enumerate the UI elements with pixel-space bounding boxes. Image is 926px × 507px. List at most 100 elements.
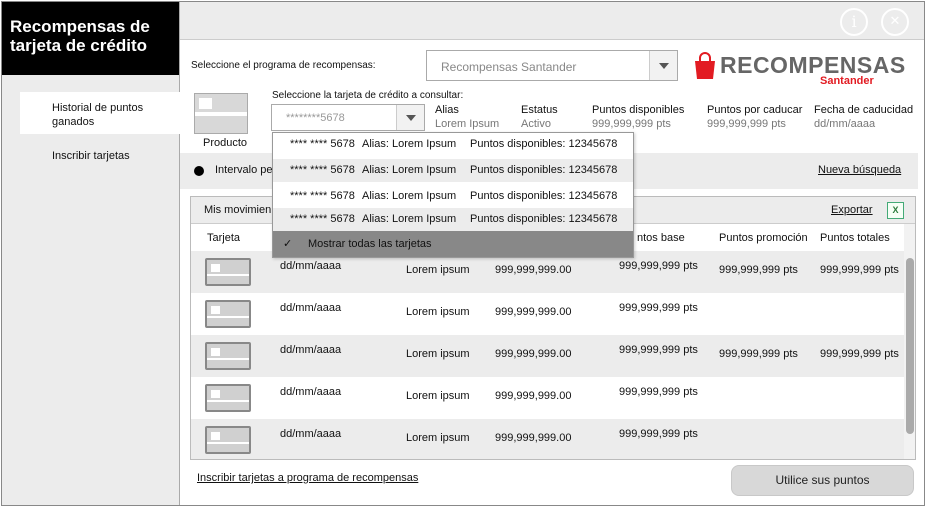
- row-total-points: 999,999,999 pts: [820, 264, 899, 276]
- row-description: Lorem ipsum: [406, 432, 470, 444]
- option-card-number: **** **** 5678: [290, 190, 355, 202]
- radio-selected-icon[interactable]: [194, 166, 204, 176]
- row-amount: 999,999,999.00: [495, 264, 572, 276]
- collapse-icon[interactable]: ✕: [881, 8, 909, 36]
- option-alias: Alias: Lorem Ipsum: [362, 190, 457, 202]
- row-base-points: 999,999,999 pts: [619, 386, 698, 398]
- status-value: Activo: [521, 118, 551, 130]
- card-select-label: Seleccione la tarjeta de crédito a consu…: [272, 90, 464, 101]
- logo-subtext: Santander: [820, 75, 874, 87]
- card-dropdown-menu: **** **** 5678 Alias: Lorem Ipsum Puntos…: [272, 132, 634, 258]
- excel-icon[interactable]: X: [887, 202, 904, 219]
- row-date: dd/mm/aaaa: [280, 428, 342, 440]
- option-card-number: **** **** 5678: [290, 164, 355, 176]
- table-row[interactable]: dd/mm/aaaa Lorem ipsum 999,999,999.00 99…: [191, 419, 907, 459]
- dropdown-card-option[interactable]: **** **** 5678 Alias: Lorem Ipsum Puntos…: [273, 159, 633, 182]
- top-bar: i ✕: [180, 2, 924, 40]
- program-label: Seleccione el programa de recompensas:: [191, 60, 376, 71]
- expiry-date-label: Fecha de caducidad: [814, 104, 914, 116]
- option-alias: Alias: Lorem Ipsum: [362, 138, 457, 150]
- scrollbar[interactable]: [904, 224, 915, 459]
- table-row[interactable]: dd/mm/aaaa Lorem ipsum 999,999,999.00 99…: [191, 335, 907, 377]
- new-search-link[interactable]: Nueva búsqueda: [818, 164, 901, 176]
- dropdown-card-option[interactable]: **** **** 5678 Alias: Lorem Ipsum Puntos…: [273, 133, 633, 156]
- table-row[interactable]: dd/mm/aaaa Lorem ipsum 999,999,999.00 99…: [191, 377, 907, 419]
- row-date: dd/mm/aaaa: [280, 344, 342, 356]
- expiring-points-info: Puntos por caducar 999,999,999 pts: [707, 103, 802, 131]
- row-amount: 999,999,999.00: [495, 348, 572, 360]
- option-alias: Alias: Lorem Ipsum: [362, 164, 457, 176]
- card-select-value: ********5678: [286, 112, 345, 124]
- app-window: Recompensas de tarjeta de crédito Histor…: [1, 1, 925, 506]
- row-description: Lorem ipsum: [406, 390, 470, 402]
- sidebar-item-points-history[interactable]: Historial de puntos ganados: [20, 92, 180, 134]
- row-base-points: 999,999,999 pts: [619, 344, 698, 356]
- chevron-down-icon[interactable]: [649, 51, 677, 80]
- status-label: Estatus: [521, 104, 558, 116]
- row-total-points: 999,999,999 pts: [820, 348, 899, 360]
- shopping-bag-icon: [695, 52, 715, 79]
- available-points-info: Puntos disponibles 999,999,999 pts: [592, 103, 684, 131]
- row-base-points: 999,999,999 pts: [619, 428, 698, 440]
- checkmark-icon: ✓: [283, 238, 293, 250]
- app-title: Recompensas de tarjeta de crédito: [2, 2, 179, 75]
- program-select[interactable]: Recompensas Santander: [426, 50, 678, 81]
- card-icon: [205, 258, 251, 286]
- option-alias: Alias: Lorem Ipsum: [362, 213, 457, 225]
- col-header-total-points: Puntos totales: [820, 232, 890, 244]
- available-points-label: Puntos disponibles: [592, 104, 685, 116]
- program-select-value: Recompensas Santander: [441, 60, 577, 74]
- card-icon: [205, 300, 251, 328]
- interval-label: Intervalo pe: [215, 164, 273, 176]
- sidebar-item-enroll-cards[interactable]: Inscribir tarjetas: [20, 150, 180, 162]
- alias-info: Alias Lorem Ipsum: [435, 103, 499, 131]
- available-points-value: 999,999,999 pts: [592, 118, 671, 130]
- card-icon: [205, 342, 251, 370]
- row-description: Lorem ipsum: [406, 348, 470, 360]
- show-all-cards-label: Mostrar todas las tarjetas: [308, 238, 432, 250]
- option-points: Puntos disponibles: 12345678: [470, 138, 618, 150]
- row-base-points: 999,999,999 pts: [619, 260, 698, 272]
- sidebar: Recompensas de tarjeta de crédito Histor…: [2, 2, 180, 505]
- logo-text: RECOMPENSAS: [720, 52, 906, 78]
- row-date: dd/mm/aaaa: [280, 260, 342, 272]
- row-description: Lorem ipsum: [406, 306, 470, 318]
- table-row[interactable]: dd/mm/aaaa Lorem ipsum 999,999,999.00 99…: [191, 293, 907, 335]
- dropdown-card-option[interactable]: **** **** 5678 Alias: Lorem Ipsum Puntos…: [273, 208, 633, 231]
- col-header-card: Tarjeta: [207, 232, 241, 244]
- use-points-button[interactable]: Utilice sus puntos: [731, 465, 914, 496]
- expiring-points-label: Puntos por caducar: [707, 104, 803, 116]
- main-panel: i ✕ Seleccione el programa de recompensa…: [180, 2, 924, 505]
- status-info: Estatus Activo: [521, 103, 558, 131]
- movements-title: Mis movimien: [204, 204, 272, 216]
- chevron-down-icon[interactable]: [396, 105, 424, 130]
- row-amount: 999,999,999.00: [495, 432, 572, 444]
- row-date: dd/mm/aaaa: [280, 302, 342, 314]
- col-header-promo-points: Puntos promoción: [719, 232, 808, 244]
- card-select[interactable]: ********5678: [271, 104, 425, 131]
- row-base-points: 999,999,999 pts: [619, 302, 698, 314]
- option-points: Puntos disponibles: 12345678: [470, 164, 618, 176]
- show-all-cards-option[interactable]: ✓ Mostrar todas las tarjetas: [273, 231, 633, 257]
- row-amount: 999,999,999.00: [495, 306, 572, 318]
- expiry-date-info: Fecha de caducidad dd/mm/aaaa: [814, 103, 913, 131]
- card-icon: [205, 426, 251, 454]
- info-icon[interactable]: i: [840, 8, 868, 36]
- option-points: Puntos disponibles: 12345678: [470, 213, 618, 225]
- card-icon: [205, 384, 251, 412]
- alias-label: Alias: [435, 104, 459, 116]
- row-promo-points: 999,999,999 pts: [719, 348, 798, 360]
- product-card-icon: [194, 93, 248, 134]
- scrollbar-thumb[interactable]: [906, 258, 914, 434]
- product-label: Producto: [203, 137, 248, 149]
- row-date: dd/mm/aaaa: [280, 386, 342, 398]
- row-amount: 999,999,999.00: [495, 390, 572, 402]
- enroll-cards-link[interactable]: Inscribir tarjetas a programa de recompe…: [197, 472, 418, 484]
- export-link[interactable]: Exportar: [831, 204, 873, 216]
- col-header-base-points: ntos base: [637, 232, 685, 244]
- option-card-number: **** **** 5678: [290, 213, 355, 225]
- row-promo-points: 999,999,999 pts: [719, 264, 798, 276]
- option-points: Puntos disponibles: 12345678: [470, 190, 618, 202]
- row-description: Lorem ipsum: [406, 264, 470, 276]
- dropdown-card-option[interactable]: **** **** 5678 Alias: Lorem Ipsum Puntos…: [273, 185, 633, 208]
